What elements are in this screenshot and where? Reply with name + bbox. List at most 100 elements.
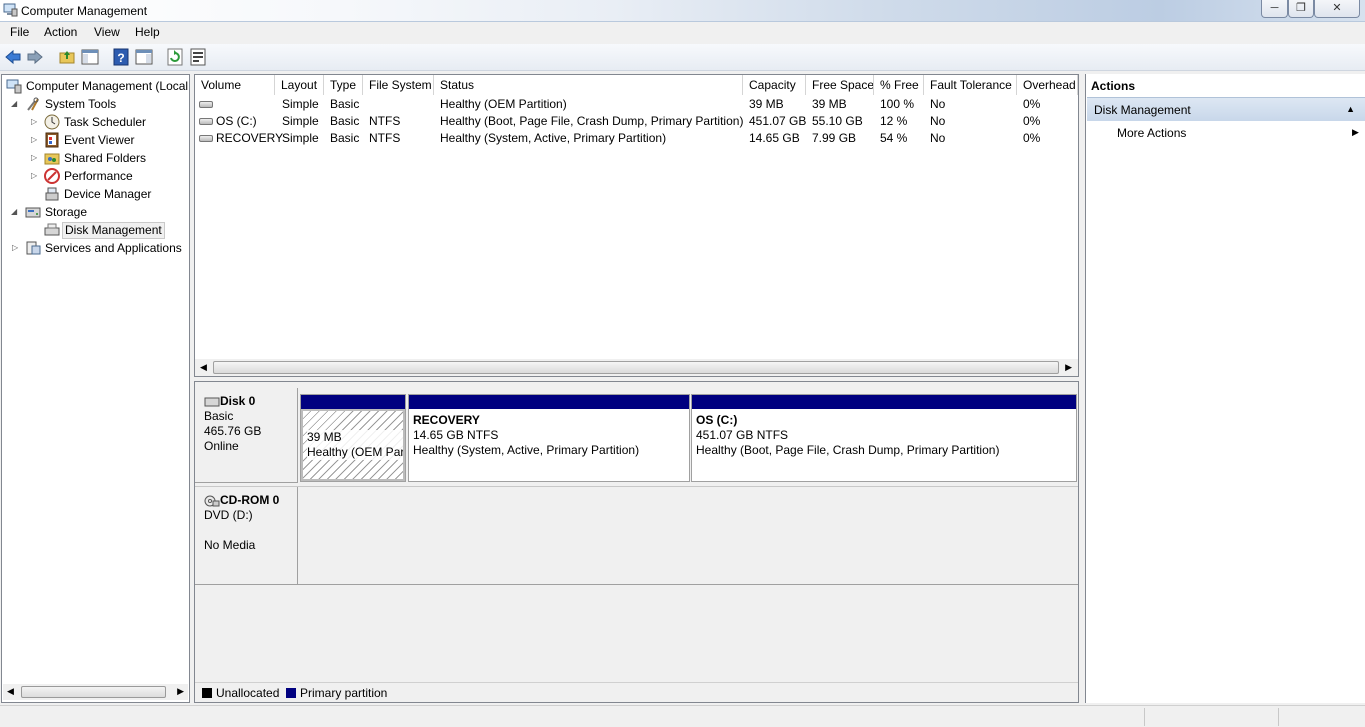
percent-free-cell: 12 % [880,114,908,128]
tree-label: Device Manager [64,187,152,201]
scroll-left-icon[interactable]: ◀ [7,686,14,697]
volume-icon [199,101,213,109]
clock-icon [44,114,60,130]
cdrom-0-name: CD-ROM 0 [204,493,288,508]
show-hide-console-tree-icon[interactable] [81,48,99,66]
refresh-icon[interactable] [166,48,184,66]
volume-icon [199,118,213,126]
primary-partition-swatch [286,688,296,698]
cdrom-0-state: No Media [204,538,256,552]
column-header-capacity[interactable]: Capacity [743,75,806,95]
actions-pane: Actions Disk Management ▲ More Actions ▶ [1085,74,1365,703]
properties-icon[interactable] [189,48,207,66]
percent-free-cell: 54 % [880,131,908,145]
file-system-cell: NTFS [369,131,401,145]
scroll-right-icon[interactable]: ▶ [1065,362,1072,373]
primary-partition-bar [409,395,689,409]
help-icon[interactable]: ? [112,48,130,66]
tree-label: Storage [45,205,88,219]
title-bar: Computer Management ─ ❐ ✕ [0,0,1365,22]
expand-arrow-icon[interactable]: ▷ [12,239,18,257]
more-actions-link[interactable]: More Actions [1117,126,1186,140]
cdrom-0-label[interactable]: CD-ROM 0 DVD (D:) No Media [195,487,298,585]
layout-cell: Simple [282,114,319,128]
show-hide-action-pane-icon[interactable] [135,48,153,66]
back-icon[interactable] [4,48,22,66]
tree-horizontal-scrollbar[interactable]: ◀ ▶ [3,684,188,700]
column-header-file-system[interactable]: File System [363,75,434,95]
tree-label: Performance [64,169,133,183]
svg-text:?: ? [117,51,124,65]
recovery-partition-size: 14.65 GB NTFS [413,428,499,442]
legend: Unallocated Primary partition [195,682,1078,702]
tree-label: Shared Folders [64,151,147,165]
menu-view[interactable]: View [94,25,120,39]
fault-tolerance-cell: No [930,114,946,128]
column-header-type[interactable]: Type [324,75,363,95]
disk-0-size: 465.76 GB [204,424,262,438]
restore-button[interactable]: ❐ [1288,0,1314,18]
services-icon [26,241,41,255]
partition-oem[interactable]: 39 MB Healthy (OEM Par [300,394,406,482]
menu-help[interactable]: Help [135,25,160,39]
column-header-volume[interactable]: Volume [195,75,275,95]
percent-free-cell: 100 % [880,97,915,111]
tree-label: Task Scheduler [64,115,147,129]
oem-partition-body: 39 MB Healthy (OEM Par [301,409,405,481]
primary-partition-bar [692,395,1076,409]
column-header-free-space[interactable]: Free Space [806,75,874,95]
scrollbar-thumb[interactable] [21,686,166,698]
column-header-overhead[interactable]: Overhead [1017,75,1078,95]
expand-arrow-icon[interactable]: ▷ [31,167,37,185]
recovery-partition-name: RECOVERY [413,413,480,427]
column-header-status[interactable]: Status [434,75,743,95]
volume-list-horizontal-scrollbar[interactable]: ◀ ▶ [195,359,1078,376]
disk-0-name: Disk 0 [204,394,288,409]
expand-arrow-icon[interactable]: ▷ [31,113,37,131]
column-header-fault-tolerance[interactable]: Fault Tolerance [924,75,1017,95]
actions-section-disk-management[interactable]: Disk Management ▲ [1087,97,1365,121]
console-tree: Computer Management (Local ◢ System Tool… [1,74,190,703]
overhead-cell: 0% [1023,114,1041,128]
column-header-percent-free[interactable]: % Free [874,75,924,95]
up-folder-icon[interactable] [58,48,76,66]
storage-icon [25,207,41,218]
column-header-layout[interactable]: Layout [275,75,324,95]
computer-management-icon [6,79,22,94]
close-button[interactable]: ✕ [1314,0,1360,18]
partition-body: RECOVERY 14.65 GB NTFS Healthy (System, … [409,409,689,462]
expand-arrow-icon[interactable]: ▷ [31,149,37,167]
forward-icon[interactable] [26,48,44,66]
type-cell: Basic [330,114,360,128]
menu-file[interactable]: File [10,25,29,39]
submenu-arrow-icon[interactable]: ▶ [1352,127,1359,138]
collapse-arrow-icon[interactable]: ◢ [11,95,17,113]
menu-action[interactable]: Action [44,25,77,39]
disk-management-icon [44,223,60,236]
disk-graphical-view: Disk 0 Basic 465.76 GB Online 39 MB Heal… [194,381,1079,703]
status-cell: Healthy (Boot, Page File, Crash Dump, Pr… [440,114,744,128]
event-viewer-icon [45,132,59,148]
status-bar [0,705,1365,727]
minimize-button[interactable]: ─ [1261,0,1288,18]
computer-management-icon [3,3,18,17]
partition-recovery[interactable]: RECOVERY 14.65 GB NTFS Healthy (System, … [408,394,690,482]
disk-0-label[interactable]: Disk 0 Basic 465.76 GB Online [195,388,298,483]
collapse-up-icon[interactable]: ▲ [1346,104,1355,114]
free-space-cell: 55.10 GB [812,114,863,128]
expand-arrow-icon[interactable]: ▷ [31,131,37,149]
scrollbar-thumb[interactable] [213,361,1059,374]
actions-title: Actions [1091,79,1136,93]
collapse-arrow-icon[interactable]: ◢ [11,203,17,221]
type-cell: Basic [330,97,360,111]
window-title: Computer Management [21,4,148,18]
tree-label: Computer Management (Local [26,79,189,93]
fault-tolerance-cell: No [930,131,946,145]
scroll-right-icon[interactable]: ▶ [177,686,184,697]
partition-os[interactable]: OS (C:) 451.07 GB NTFS Healthy (Boot, Pa… [691,394,1077,482]
menu-bar: File Action View Help [0,23,1365,43]
volume-icon [199,135,213,143]
scroll-left-icon[interactable]: ◀ [200,362,207,373]
layout-cell: Simple [282,131,319,145]
status-cell: Healthy (OEM Partition) [440,97,567,111]
